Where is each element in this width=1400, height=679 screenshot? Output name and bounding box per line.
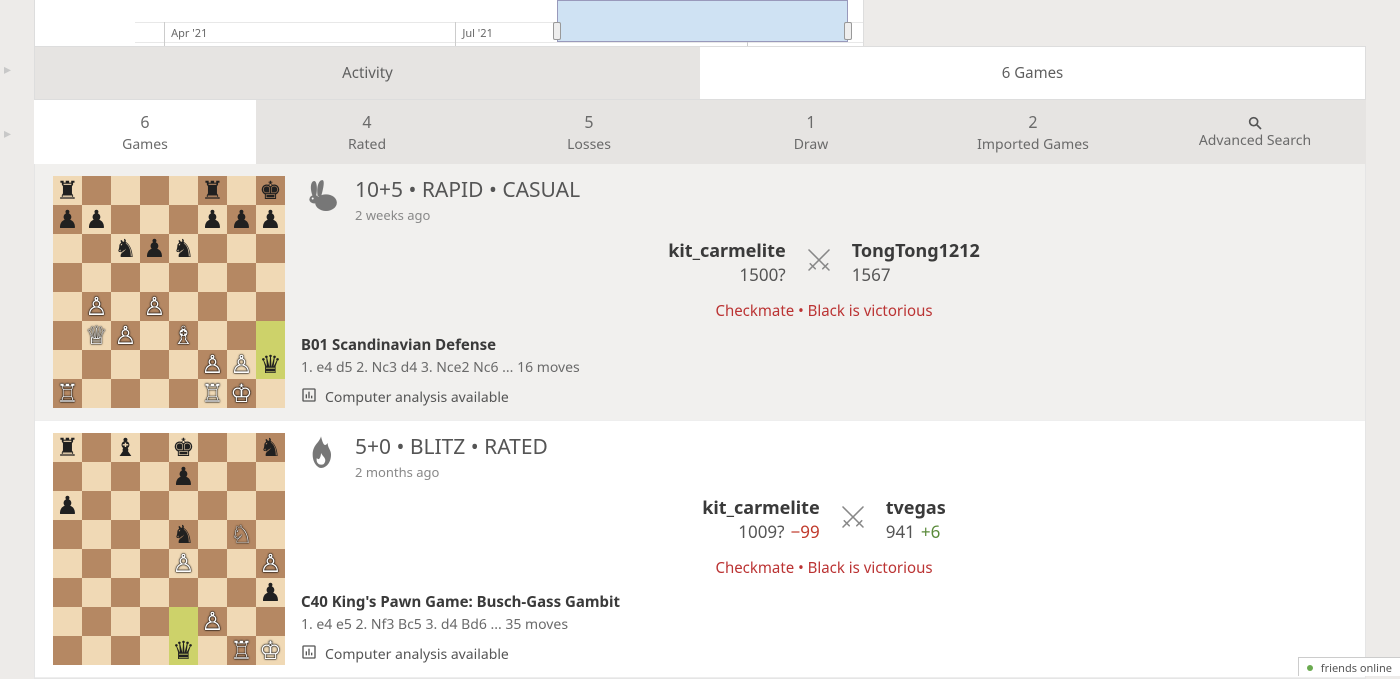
timeline-tick: Apr '21 [164,22,165,46]
filter-tab-games[interactable]: 6Games [34,100,256,164]
bar-chart-icon [301,644,317,665]
game-board-preview[interactable]: ♜♝♚♞♟♟♞♘♙♙♟♙♛♖♔ [53,433,285,665]
game-result: Checkmate • Black is victorious [301,301,1347,321]
player-name: kit_carmelite [702,496,819,520]
timeline-handle-right[interactable] [844,22,852,40]
timeline[interactable]: Apr '21Jul '21Oct '21 [34,0,864,46]
computer-analysis-link[interactable]: Computer analysis available [301,387,1347,408]
game-title: 5+0 • BLITZ • RATED [355,433,548,461]
rating-diff: −99 [791,520,820,543]
player-name: tvegas [886,496,946,520]
filter-tab-imported-games[interactable]: 2Imported Games [922,100,1144,164]
games-filter-tabs: 6Games4Rated5Losses1Draw2Imported GamesA… [34,100,1366,164]
profile-main-tabs: Activity 6 Games [34,46,1366,100]
player-left[interactable]: kit_carmelite1009?−99 [702,496,819,543]
timeline-selection[interactable] [557,0,848,42]
game-row[interactable]: ♜♜♚♟♟♟♟♟♞♟♞♙♙♕♙♗♙♙♛♖♖♔ 10+5 • RAPID • CAS… [35,164,1365,421]
player-rating: 1500? [739,263,785,286]
games-list: ♜♜♚♟♟♟♟♟♞♟♞♙♙♕♙♗♙♙♛♖♖♔ 10+5 • RAPID • CAS… [34,164,1366,679]
tab-activity[interactable]: Activity [35,47,700,99]
filter-tab-draw[interactable]: 1Draw [700,100,922,164]
bar-chart-icon [301,387,317,408]
timeline-handle-left[interactable] [553,22,561,40]
filter-tab-losses[interactable]: 5Losses [478,100,700,164]
computer-analysis-link[interactable]: Computer analysis available [301,644,1347,665]
opening-name: B01 Scandinavian Defense [301,335,1347,355]
rating-diff: +6 [921,520,940,543]
friends-online-widget[interactable]: friends online [1298,657,1400,676]
player-name: TongTong1212 [852,239,980,263]
player-rating: 1567 [852,263,891,286]
fire-icon [301,433,341,473]
player-name: kit_carmelite [668,239,785,263]
collapse-arrow-icon[interactable]: ▸ [4,60,11,79]
game-title: 10+5 • RAPID • CASUAL [355,176,580,204]
player-right[interactable]: TongTong12121567 [852,239,980,286]
tab-games[interactable]: 6 Games [700,47,1365,99]
player-rating: 941+6 [886,520,941,543]
game-row[interactable]: ♜♝♚♞♟♟♞♘♙♙♟♙♛♖♔ 5+0 • BLITZ • RATED 2 mont… [35,421,1365,678]
game-timestamp: 2 months ago [355,463,548,481]
game-result: Checkmate • Black is victorious [301,558,1347,578]
swords-icon [804,245,834,280]
collapse-arrow-icon[interactable]: ▸ [4,124,11,143]
opening-moves: 1. e4 d5 2. Nc3 d4 3. Nce2 Nc6 ... 16 mo… [301,358,1347,377]
player-right[interactable]: tvegas941+6 [886,496,946,543]
filter-tab-rated[interactable]: 4Rated [256,100,478,164]
opening-name: C40 King's Pawn Game: Busch-Gass Gambit [301,592,1347,612]
game-board-preview[interactable]: ♜♜♚♟♟♟♟♟♞♟♞♙♙♕♙♗♙♙♛♖♖♔ [53,176,285,408]
player-rating: 1009?−99 [738,520,819,543]
swords-icon [838,502,868,537]
timeline-tick: Jul '21 [455,22,456,46]
search-icon [1247,115,1263,131]
opening-moves: 1. e4 e5 2. Nf3 Bc5 3. d4 Bd6 ... 35 mov… [301,615,1347,634]
rabbit-icon [301,176,341,216]
game-timestamp: 2 weeks ago [355,206,580,224]
player-left[interactable]: kit_carmelite1500? [668,239,785,286]
advanced-search-button[interactable]: Advanced Search [1144,100,1366,164]
